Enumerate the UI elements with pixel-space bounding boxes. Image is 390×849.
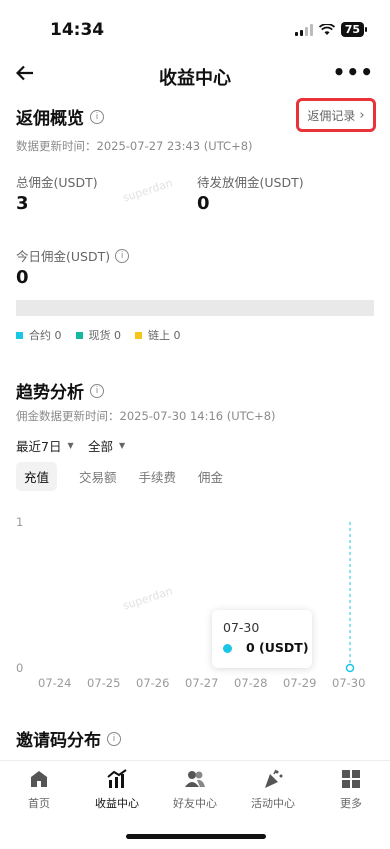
range-dropdown[interactable]: 最近7日 ▼ <box>16 436 74 455</box>
page-title: 收益中心 <box>159 68 231 89</box>
x-tick-label: 07-26 <box>136 676 170 690</box>
pending-commission-label: 待发放佣金(USDT) <box>197 175 304 190</box>
trend-tabs: 充值 交易额 手续费 佣金 <box>16 462 223 491</box>
friends-icon <box>184 769 206 789</box>
x-tick-label: 07-30 <box>332 676 366 690</box>
info-icon[interactable]: i <box>115 248 130 263</box>
tab-grid[interactable]: 更多 <box>312 769 390 811</box>
battery-indicator: 75 <box>340 22 368 37</box>
more-dots-icon: ••• <box>332 60 374 84</box>
tab-chart[interactable]: 收益中心 <box>78 769 156 811</box>
chevron-right-icon: › <box>359 107 365 123</box>
today-commission-label: 今日佣金(USDT) <box>16 249 111 264</box>
tab-label: 收益中心 <box>95 797 139 810</box>
x-tick-label: 07-28 <box>234 676 268 690</box>
total-commission-label: 总佣金(USDT) <box>16 175 98 190</box>
legend-label: 现货 0 <box>88 329 122 342</box>
signal-icon <box>294 23 313 36</box>
trend-tab[interactable]: 佣金 <box>198 467 223 486</box>
tab-friends[interactable]: 好友中心 <box>156 769 234 811</box>
today-commission-row: 今日佣金(USDT) i <box>16 246 130 265</box>
overview-title: 返佣概览 <box>16 109 84 129</box>
tab-label: 首页 <box>28 797 50 810</box>
trend-title: 趋势分析 <box>16 383 84 403</box>
tooltip-date: 07-30 <box>223 620 260 635</box>
tab-label: 更多 <box>340 797 362 810</box>
legend-label: 合约 0 <box>29 329 62 342</box>
chart-tooltip: 07-30 0 (USDT) <box>212 610 312 668</box>
invite-title: 邀请码分布 <box>16 731 101 751</box>
tooltip-value: 0 (USDT) <box>246 640 309 655</box>
rebate-records-button[interactable]: 返佣记录 › <box>296 98 376 132</box>
pending-commission-value: 0 <box>197 193 210 214</box>
tab-home[interactable]: 首页 <box>0 769 78 811</box>
chart-icon <box>106 769 128 789</box>
trend-tab[interactable]: 手续费 <box>139 467 177 486</box>
legend-item: 合约 0 <box>16 327 62 343</box>
rebate-records-label: 返佣记录 <box>307 108 356 123</box>
commission-legend: 合约 0 现货 0 链上 0 <box>16 327 181 343</box>
x-tick-label: 07-29 <box>283 676 317 690</box>
today-commission-value: 0 <box>16 267 29 288</box>
trend-chart: 01 <box>16 515 355 675</box>
x-tick-label: 07-25 <box>87 676 121 690</box>
legend-swatch <box>16 331 23 339</box>
y-tick-label: 0 <box>16 661 23 675</box>
caret-down-icon: ▼ <box>67 441 74 450</box>
overview-header: 返佣概览 i <box>16 104 104 129</box>
legend-item: 链上 0 <box>135 327 181 343</box>
legend-label: 链上 0 <box>148 329 181 342</box>
caret-down-icon: ▼ <box>119 441 126 450</box>
wifi-icon <box>318 23 335 35</box>
data-point-highlight <box>345 663 355 673</box>
trend-header: 趋势分析 i <box>16 378 104 403</box>
party-icon <box>262 769 284 789</box>
more-button[interactable]: ••• <box>333 60 374 84</box>
info-icon[interactable]: i <box>90 109 104 124</box>
info-icon[interactable]: i <box>90 383 104 398</box>
status-time: 14:34 <box>50 20 105 40</box>
legend-swatch <box>135 331 142 339</box>
type-dropdown[interactable]: 全部 ▼ <box>88 436 125 455</box>
legend-swatch <box>75 331 83 339</box>
trend-tab[interactable]: 充值 <box>16 462 58 491</box>
watermark: superdan <box>121 176 175 205</box>
info-icon[interactable]: i <box>107 731 121 746</box>
invite-header: 邀请码分布 i <box>16 726 121 751</box>
tab-party[interactable]: 活动中心 <box>234 769 312 811</box>
range-dropdown-value: 最近7日 <box>16 439 62 454</box>
tab-label: 好友中心 <box>173 797 217 810</box>
overview-update-time: 数据更新时间：2025-07-27 23:43 (UTC+8) <box>16 139 253 153</box>
grid-icon <box>340 769 362 789</box>
total-commission-value: 3 <box>16 193 29 214</box>
type-dropdown-value: 全部 <box>88 439 114 454</box>
y-tick-label: 1 <box>16 515 23 529</box>
x-tick-label: 07-27 <box>185 676 219 690</box>
home-indicator <box>126 834 266 839</box>
legend-item: 现货 0 <box>75 327 122 343</box>
trend-tab[interactable]: 交易额 <box>79 467 117 486</box>
trend-update-time: 佣金数据更新时间：2025-07-30 14:16 (UTC+8) <box>16 409 276 423</box>
tooltip-series-dot <box>223 644 232 653</box>
tab-label: 活动中心 <box>251 797 295 810</box>
status-icons: 75 <box>294 22 368 37</box>
x-tick-label: 07-24 <box>38 676 72 690</box>
home-icon <box>28 769 50 789</box>
commission-distribution-bar <box>16 300 374 316</box>
